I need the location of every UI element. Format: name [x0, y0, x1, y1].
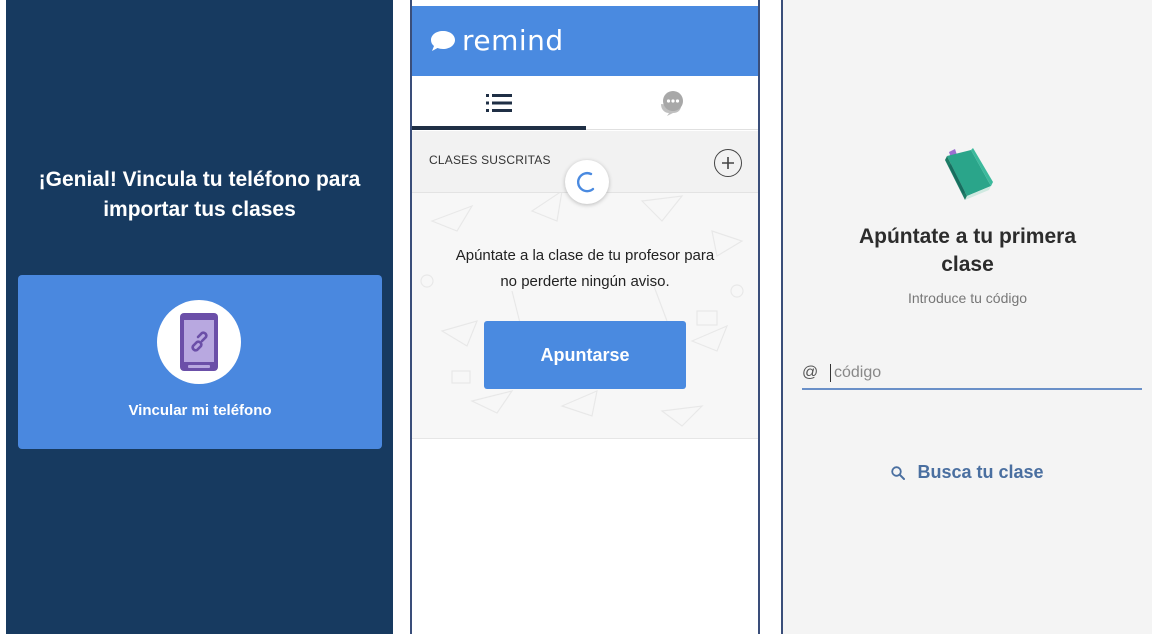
phone-icon-circle — [157, 300, 241, 384]
remind-logo: remind — [430, 24, 564, 57]
chat-icon — [660, 91, 683, 116]
search-icon — [891, 465, 906, 480]
speech-bubble-icon — [431, 30, 455, 51]
link-phone-screen: ¡Genial! Vincula tu teléfono para import… — [6, 0, 393, 634]
phone-link-icon — [180, 313, 218, 371]
brand-name: remind — [462, 24, 564, 57]
join-subtitle: Introduce tu código — [907, 290, 1028, 306]
book-icon — [945, 148, 993, 200]
plus-icon — [722, 157, 734, 169]
tab-bar — [412, 76, 758, 130]
section-title: CLASES SUSCRITAS — [429, 153, 551, 167]
spinner-icon — [577, 171, 595, 193]
link-phone-label: Vincular mi teléfono — [128, 402, 272, 419]
empty-message: Apúntate a la clase de tu profesor para … — [455, 247, 715, 290]
classes-screen: remind CLASES SUSCRITAS Apúntate a la cl… — [410, 0, 760, 634]
join-title: Apúntate a tu primera clase — [858, 225, 1077, 276]
link-phone-button[interactable]: Vincular mi teléfono — [18, 275, 382, 449]
tab-messages[interactable] — [585, 76, 758, 130]
class-code-input[interactable] — [830, 363, 1130, 382]
list-icon — [485, 94, 512, 112]
class-code-field[interactable]: @ — [802, 357, 1142, 390]
active-tab-indicator — [412, 126, 586, 130]
tab-classes[interactable] — [412, 76, 585, 130]
add-class-button[interactable] — [714, 149, 742, 177]
join-button[interactable]: Apuntarse — [484, 321, 686, 389]
link-phone-headline: ¡Genial! Vincula tu teléfono para import… — [38, 168, 361, 221]
code-prefix: @ — [802, 363, 819, 381]
app-bar: remind — [412, 6, 758, 76]
loading-spinner — [565, 160, 609, 204]
search-class-link[interactable]: Busca tu clase — [783, 462, 1152, 483]
search-class-label: Busca tu clase — [917, 462, 1044, 482]
join-class-screen: Apúntate a tu primera clase Introduce tu… — [781, 0, 1152, 634]
